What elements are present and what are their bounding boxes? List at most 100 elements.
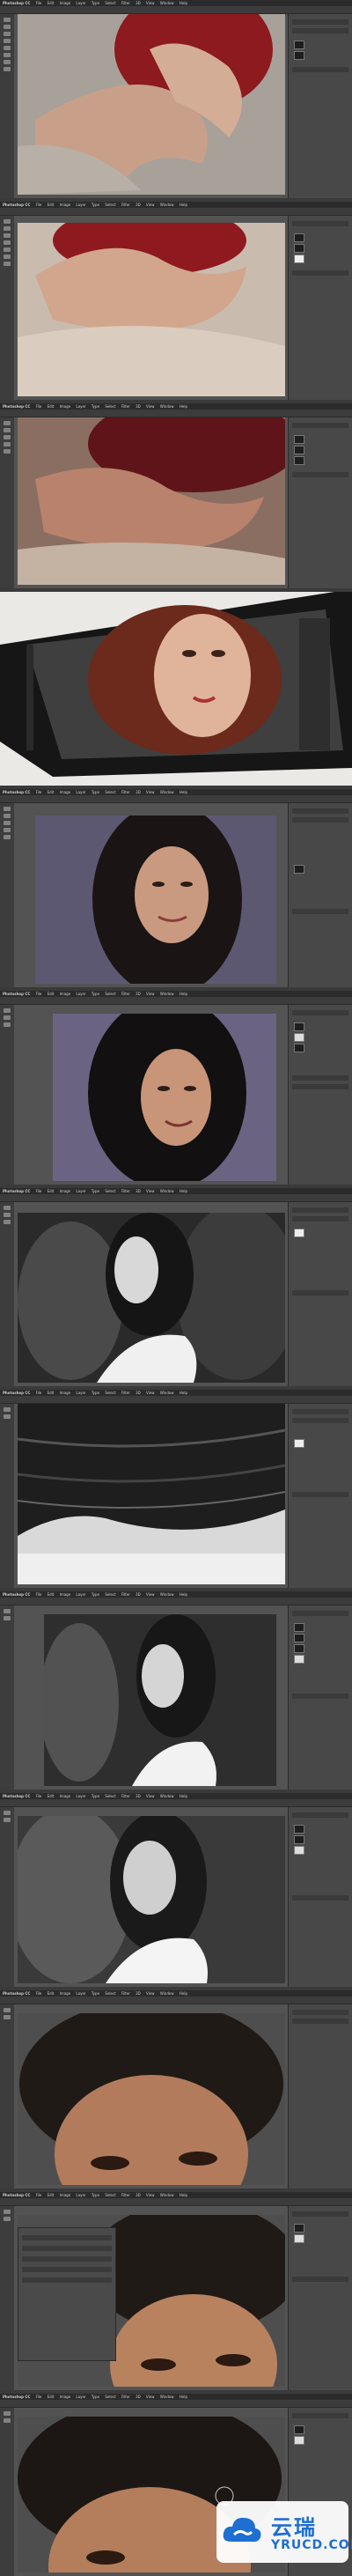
menu-type[interactable]: Type — [92, 2395, 99, 2399]
move-tool-icon[interactable] — [4, 1407, 11, 1412]
menu-image[interactable]: Image — [60, 203, 71, 207]
menu-file[interactable]: File — [36, 1592, 42, 1597]
options-bar[interactable] — [0, 2400, 352, 2408]
panel-row[interactable] — [292, 817, 348, 823]
gradient-tool-icon[interactable] — [4, 53, 11, 57]
brush-tool-icon[interactable] — [4, 1818, 11, 1822]
menu-image[interactable]: Image — [60, 1391, 71, 1395]
layer-thumbnail[interactable] — [294, 2224, 304, 2233]
layers-panel[interactable] — [288, 1202, 352, 1386]
options-bar[interactable] — [0, 1194, 352, 1202]
pen-tool-icon[interactable] — [4, 255, 11, 259]
menu-layer[interactable]: Layer — [76, 1991, 85, 1996]
tools-panel[interactable] — [0, 1005, 14, 1185]
menu-select[interactable]: Select — [105, 2395, 115, 2399]
marquee-tool-icon[interactable] — [4, 25, 11, 29]
panel-row[interactable] — [292, 1207, 348, 1213]
menu-layer[interactable]: Layer — [76, 2193, 85, 2197]
menu-filter[interactable]: Filter — [121, 790, 130, 794]
marquee-tool-icon[interactable] — [4, 428, 11, 432]
menu-layer[interactable]: Layer — [76, 1, 85, 5]
menu-file[interactable]: File — [36, 1189, 42, 1193]
menu-type[interactable]: Type — [92, 2193, 99, 2197]
layers-panel[interactable] — [288, 1005, 352, 1185]
menu-3d[interactable]: 3D — [136, 992, 141, 996]
layer-thumbnail[interactable] — [294, 244, 304, 253]
menu-view[interactable]: View — [146, 2395, 155, 2399]
panel-row[interactable] — [292, 1075, 348, 1081]
menu-app-name[interactable]: Photoshop CC — [3, 1794, 30, 1798]
menu-window[interactable]: Window — [160, 1592, 174, 1597]
panel-row[interactable] — [292, 1694, 348, 1699]
panel-row[interactable] — [292, 1611, 348, 1616]
tools-panel[interactable] — [0, 803, 14, 987]
panel-row[interactable] — [292, 1084, 348, 1089]
brush-tool-icon[interactable] — [4, 1414, 11, 1419]
document-canvas[interactable] — [18, 14, 285, 195]
menu-help[interactable]: Help — [180, 1592, 187, 1597]
menu-edit[interactable]: Edit — [48, 1991, 55, 1996]
menu-file[interactable]: File — [36, 1794, 42, 1798]
tools-panel[interactable] — [0, 1202, 14, 1386]
document-canvas[interactable] — [18, 2013, 285, 2185]
menu-app-name[interactable]: Photoshop CC — [3, 790, 30, 794]
menu-select[interactable]: Select — [105, 1391, 115, 1395]
panel-row[interactable] — [292, 1492, 348, 1497]
menu-select[interactable]: Select — [105, 2193, 115, 2197]
menu-3d[interactable]: 3D — [136, 1391, 141, 1395]
move-tool-icon[interactable] — [4, 807, 11, 811]
menu-view[interactable]: View — [146, 1991, 155, 1996]
menu-layer[interactable]: Layer — [76, 2395, 85, 2399]
menu-file[interactable]: File — [36, 1991, 42, 1996]
type-tool-icon[interactable] — [4, 262, 11, 266]
tools-panel[interactable] — [0, 1807, 14, 1987]
menu-type[interactable]: Type — [92, 203, 99, 207]
menu-help[interactable]: Help — [180, 790, 187, 794]
brush-tool-icon[interactable] — [4, 821, 11, 825]
layer-thumbnail[interactable] — [294, 865, 304, 874]
menu-filter[interactable]: Filter — [121, 1, 130, 5]
menu-file[interactable]: File — [36, 1, 42, 5]
layer-thumbnail[interactable] — [294, 2425, 304, 2434]
menu-3d[interactable]: 3D — [136, 404, 141, 409]
menu-app-name[interactable]: Photoshop CC — [3, 1991, 30, 1996]
menu-filter[interactable]: Filter — [121, 1991, 130, 1996]
menu-edit[interactable]: Edit — [48, 2193, 55, 2197]
menu-file[interactable]: File — [36, 992, 42, 996]
options-bar[interactable] — [0, 1799, 352, 1807]
menu-file[interactable]: File — [36, 203, 42, 207]
menu-view[interactable]: View — [146, 790, 155, 794]
panel-row[interactable] — [292, 2277, 348, 2282]
move-tool-icon[interactable] — [4, 18, 11, 22]
menu-help[interactable]: Help — [180, 1, 187, 5]
options-bar[interactable] — [0, 410, 352, 417]
panel-row[interactable] — [292, 270, 348, 276]
menu-view[interactable]: View — [146, 1794, 155, 1798]
panel-row[interactable] — [292, 1812, 348, 1818]
menu-filter[interactable]: Filter — [121, 2395, 130, 2399]
menu-select[interactable]: Select — [105, 1794, 115, 1798]
panel-row[interactable] — [292, 28, 348, 33]
layers-panel[interactable] — [288, 2004, 352, 2188]
menu-help[interactable]: Help — [180, 992, 187, 996]
menu-filter[interactable]: Filter — [121, 404, 130, 409]
options-bar[interactable] — [0, 1997, 352, 2004]
menu-edit[interactable]: Edit — [48, 2395, 55, 2399]
menu-3d[interactable]: 3D — [136, 1794, 141, 1798]
menu-app-name[interactable]: Photoshop CC — [3, 1, 30, 5]
move-tool-icon[interactable] — [4, 1609, 11, 1613]
layer-thumbnail[interactable] — [294, 1044, 304, 1052]
menu-help[interactable]: Help — [180, 404, 187, 409]
menu-window[interactable]: Window — [160, 992, 174, 996]
brush-tool-icon[interactable] — [4, 1616, 11, 1620]
panel-row[interactable] — [292, 2019, 348, 2024]
document-canvas[interactable] — [44, 1614, 276, 1786]
menu-filter[interactable]: Filter — [121, 992, 130, 996]
menu-3d[interactable]: 3D — [136, 790, 141, 794]
type-tool-icon[interactable] — [4, 1220, 11, 1224]
menu-file[interactable]: File — [36, 790, 42, 794]
lasso-tool-icon[interactable] — [4, 32, 11, 36]
layer-thumbnail[interactable] — [294, 1033, 304, 1042]
layer-thumbnail[interactable] — [294, 1439, 304, 1448]
tools-panel[interactable] — [0, 2004, 14, 2188]
